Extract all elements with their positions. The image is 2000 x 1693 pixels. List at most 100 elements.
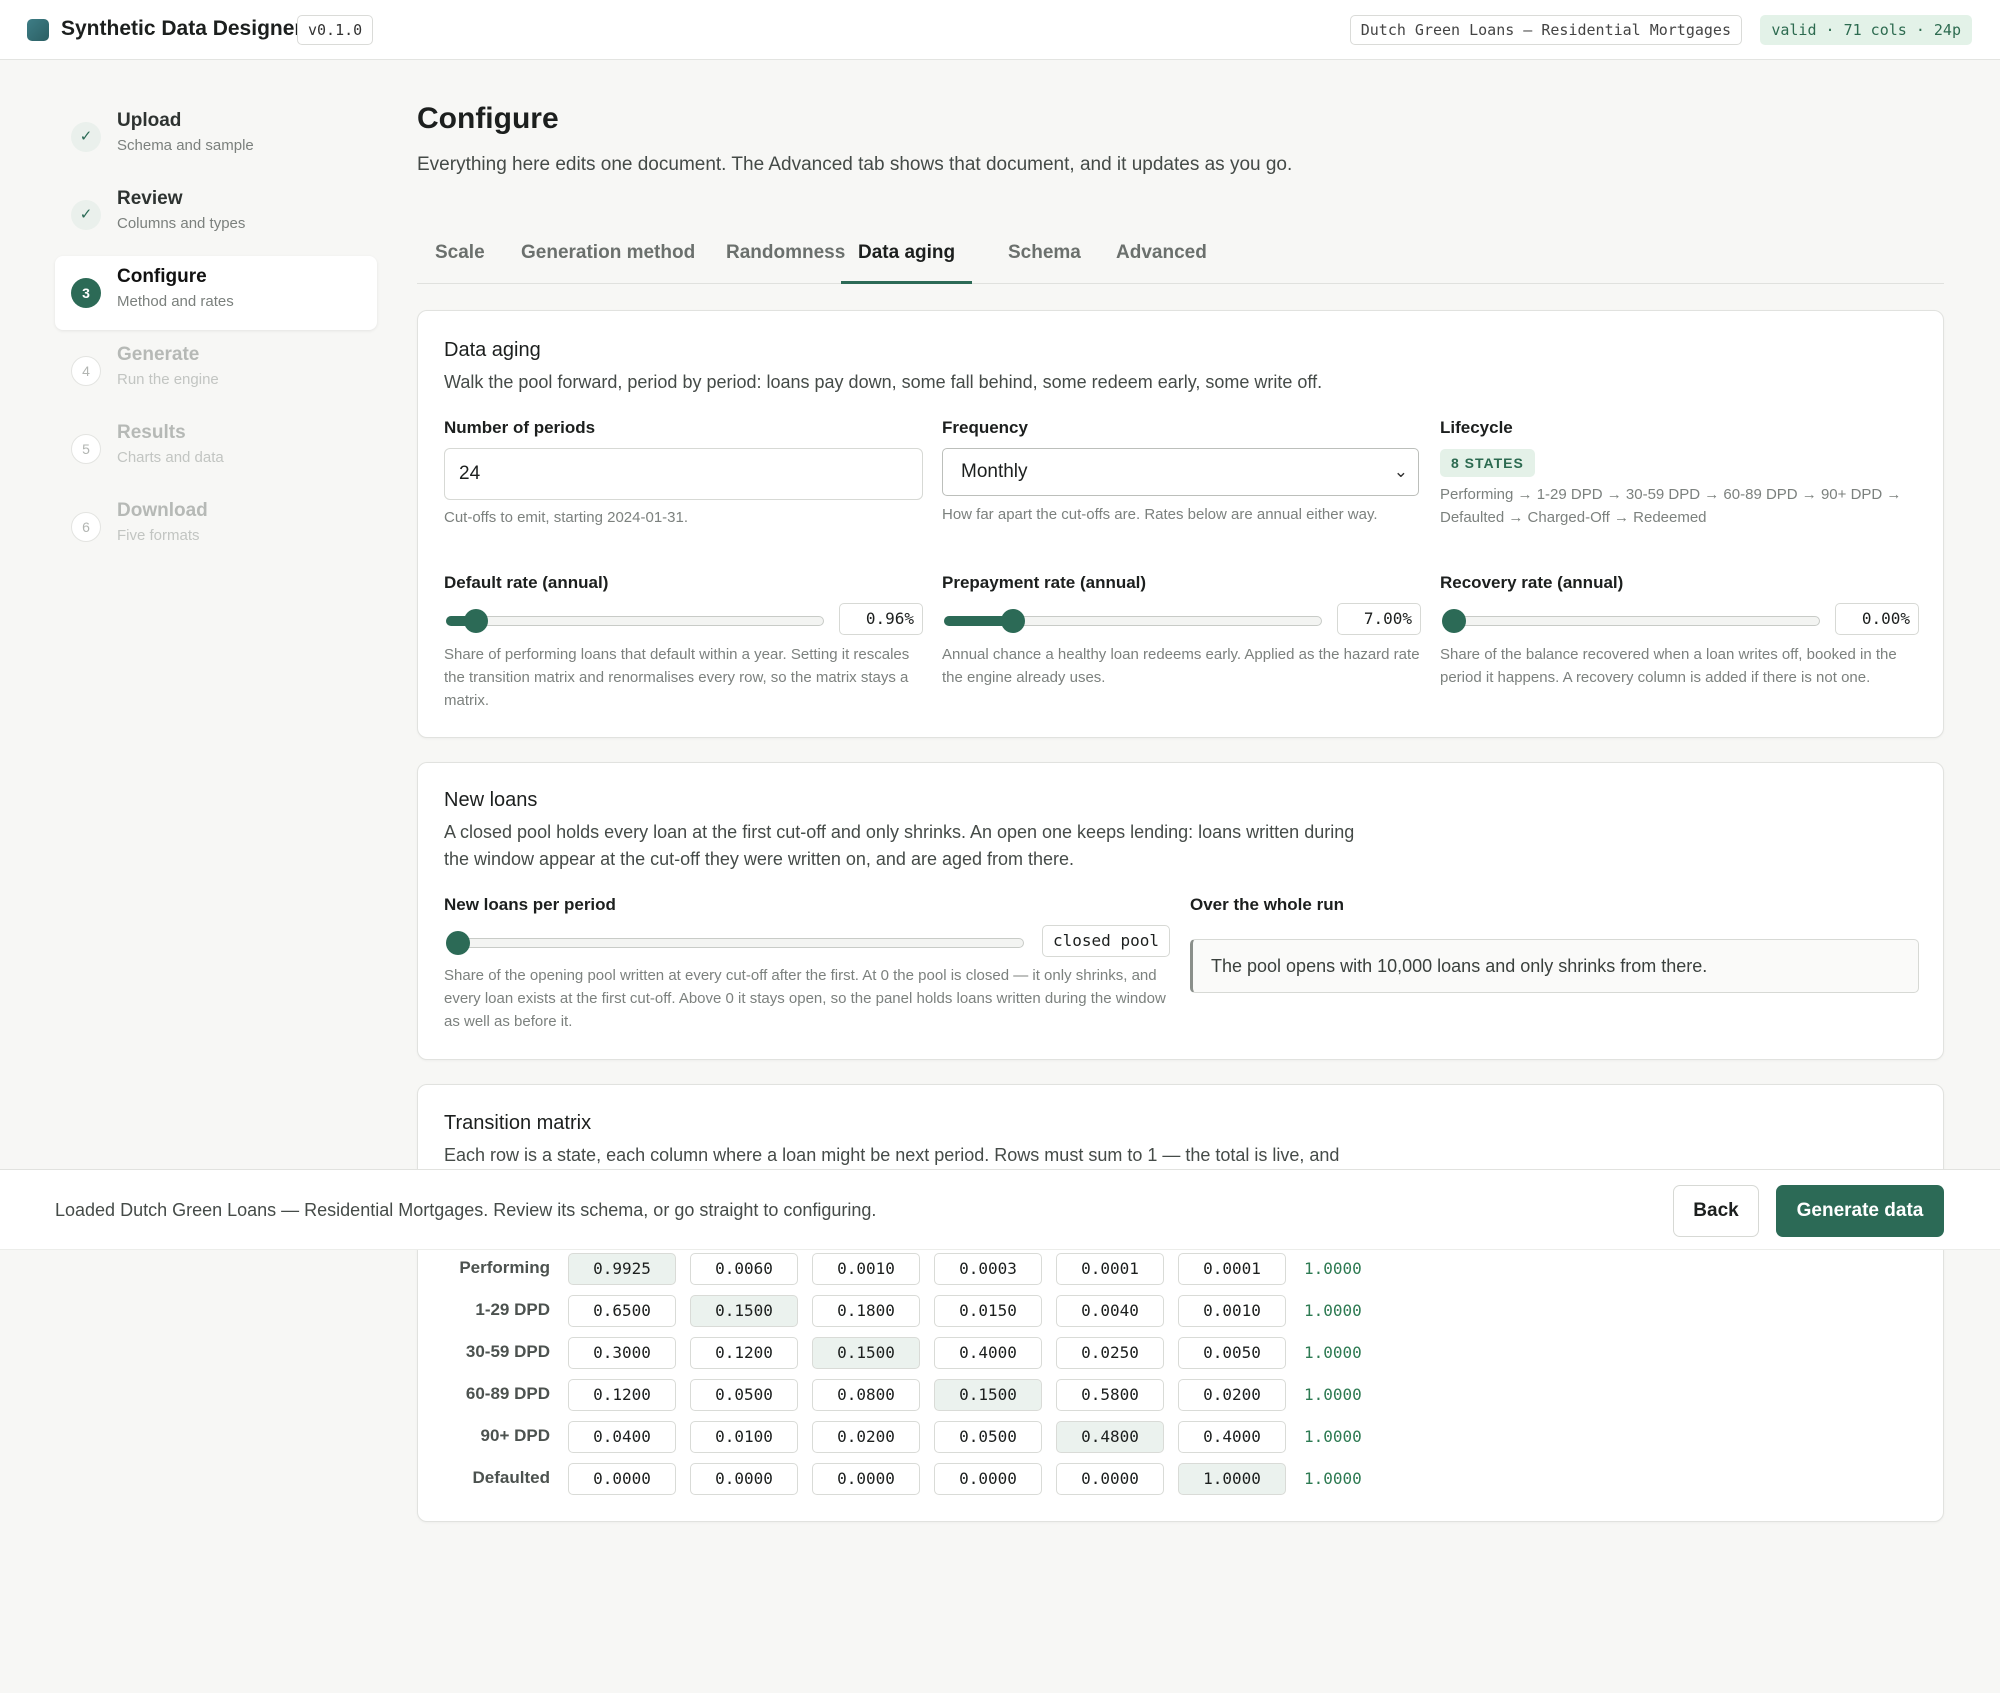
matrix-cell-input[interactable]: 0.0500 [690, 1379, 798, 1411]
matrix-cell-input[interactable]: 0.0500 [934, 1421, 1042, 1453]
prepayment-rate-label: Prepayment rate (annual) [942, 573, 1147, 592]
matrix-cell-input[interactable]: 0.6500 [568, 1295, 676, 1327]
prepayment-rate-value[interactable]: 7.00% [1337, 603, 1421, 635]
periods-input[interactable]: 24 [444, 448, 923, 500]
matrix-cell-input[interactable]: 0.0060 [690, 1253, 798, 1285]
matrix-cell-input[interactable]: 0.0000 [934, 1463, 1042, 1495]
slider-thumb[interactable] [1442, 609, 1466, 633]
matrix-cell-input[interactable]: 0.0200 [1178, 1379, 1286, 1411]
matrix-cell-input[interactable]: 0.4000 [934, 1337, 1042, 1369]
matrix-cell-input[interactable]: 0.0000 [812, 1463, 920, 1495]
matrix-cell-input[interactable]: 0.1800 [812, 1295, 920, 1327]
matrix-row-sum: 1.0000 [1304, 1427, 1362, 1446]
new-loans-per-period-value[interactable]: closed pool [1042, 925, 1170, 957]
page-title: Configure [417, 102, 559, 135]
matrix-cell-input[interactable]: 0.0200 [812, 1421, 920, 1453]
matrix-cell-input[interactable]: 0.0010 [1178, 1295, 1286, 1327]
matrix-cell-input[interactable]: 1.0000 [1178, 1463, 1286, 1495]
recovery-rate-label: Recovery rate (annual) [1440, 573, 1624, 592]
matrix-cell-input[interactable]: 0.0150 [934, 1295, 1042, 1327]
periods-label: Number of periods [444, 418, 596, 437]
matrix-cell-input[interactable]: 0.0000 [568, 1463, 676, 1495]
version-badge: v0.1.0 [297, 15, 374, 45]
step-configure[interactable]: 3 Configure Method and rates [55, 256, 377, 330]
matrix-row-label: 1-29 DPD [475, 1300, 550, 1319]
matrix-cell-input[interactable]: 0.0050 [1178, 1337, 1286, 1369]
card-description: A closed pool holds every loan at the fi… [444, 822, 1355, 869]
matrix-cell-input[interactable]: 0.0001 [1056, 1253, 1164, 1285]
matrix-cell-input[interactable]: 0.3000 [568, 1337, 676, 1369]
matrix-row-sum: 1.0000 [1304, 1259, 1362, 1278]
matrix-cell-input[interactable]: 0.1500 [812, 1337, 920, 1369]
new-loans-per-period-slider[interactable] [446, 930, 1024, 955]
step-number: 5 [71, 434, 101, 464]
prepayment-rate-slider[interactable] [944, 608, 1322, 633]
generate-data-button[interactable]: Generate data [1776, 1185, 1944, 1237]
default-rate-slider[interactable] [446, 608, 824, 633]
matrix-cell-input[interactable]: 0.4800 [1056, 1421, 1164, 1453]
matrix-cell-input[interactable]: 0.0003 [934, 1253, 1042, 1285]
matrix-cell-input[interactable]: 0.0010 [812, 1253, 920, 1285]
step-title: Results [117, 422, 186, 443]
matrix-cell-input[interactable]: 0.0000 [690, 1463, 798, 1495]
whole-run-summary: The pool opens with 10,000 loans and onl… [1190, 939, 1919, 993]
matrix-cell-input[interactable]: 0.1200 [690, 1337, 798, 1369]
matrix-cell-input[interactable]: 0.0040 [1056, 1295, 1164, 1327]
validation-status-badge: valid · 71 cols · 24p [1760, 15, 1972, 45]
tab-advanced[interactable]: Advanced [1116, 242, 1207, 284]
step-review[interactable]: ✓ Review Columns and types [55, 178, 377, 252]
tab-data-aging[interactable]: Data aging [841, 242, 973, 284]
default-rate-label: Default rate (annual) [444, 573, 609, 592]
app-logo-icon [27, 19, 49, 41]
frequency-select[interactable]: Monthly ⌄ [942, 448, 1419, 496]
matrix-row-sum: 1.0000 [1304, 1469, 1362, 1488]
new-loans-per-period-label: New loans per period [444, 895, 616, 914]
step-upload[interactable]: ✓ Upload Schema and sample [55, 100, 377, 174]
matrix-cell-input[interactable]: 0.5800 [1056, 1379, 1164, 1411]
matrix-cell-input[interactable]: 0.1500 [934, 1379, 1042, 1411]
matrix-row-sum: 1.0000 [1304, 1385, 1362, 1404]
matrix-cell-input[interactable]: 0.4000 [1178, 1421, 1286, 1453]
matrix-cell-input[interactable]: 0.0100 [690, 1421, 798, 1453]
matrix-cell-input[interactable]: 0.0800 [812, 1379, 920, 1411]
card-title: Data aging [444, 339, 541, 361]
chevron-down-icon: ⌄ [1393, 462, 1408, 481]
matrix-cell-input[interactable]: 0.9925 [568, 1253, 676, 1285]
tab-scale[interactable]: Scale [435, 242, 485, 284]
lifecycle-states-badge: 8 STATES [1440, 449, 1535, 477]
slider-thumb[interactable] [1000, 609, 1025, 633]
recovery-rate-slider[interactable] [1442, 608, 1820, 633]
matrix-cell-input[interactable]: 0.0250 [1056, 1337, 1164, 1369]
step-subtitle: Schema and sample [117, 137, 254, 154]
periods-help: Cut-offs to emit, starting 2024-01-31. [444, 509, 689, 526]
step-subtitle: Method and rates [117, 293, 234, 310]
footer-status-message: Loaded Dutch Green Loans — Residential M… [55, 1200, 877, 1220]
prepayment-rate-help: Annual chance a healthy loan redeems ear… [942, 646, 1420, 686]
tab-randomness[interactable]: Randomness [726, 242, 845, 284]
card-title: Transition matrix [444, 1112, 592, 1134]
frequency-help: How far apart the cut-offs are. Rates be… [942, 506, 1378, 523]
recovery-rate-value[interactable]: 0.00% [1835, 603, 1919, 635]
matrix-cell-input[interactable]: 0.1200 [568, 1379, 676, 1411]
step-subtitle: Charts and data [117, 449, 224, 466]
card-title: New loans [444, 789, 538, 811]
lifecycle-label: Lifecycle [1440, 418, 1513, 437]
step-number: 3 [71, 278, 101, 308]
whole-run-label: Over the whole run [1190, 895, 1344, 914]
matrix-row-sum: 1.0000 [1304, 1343, 1362, 1362]
lifecycle-text: Performing → 1-29 DPD → 30-59 DPD → 60-8… [1440, 486, 1902, 526]
slider-thumb[interactable] [463, 609, 488, 633]
matrix-cell-input[interactable]: 0.0400 [568, 1421, 676, 1453]
tab-schema[interactable]: Schema [1008, 242, 1081, 284]
matrix-cell-input[interactable]: 0.1500 [690, 1295, 798, 1327]
slider-thumb[interactable] [446, 931, 470, 955]
step-download: 6 Download Five formats [55, 490, 377, 564]
matrix-row-label: 90+ DPD [480, 1426, 550, 1445]
tab-generation-method[interactable]: Generation method [521, 242, 695, 284]
default-rate-value[interactable]: 0.96% [839, 603, 923, 635]
back-button[interactable]: Back [1673, 1185, 1759, 1237]
matrix-cell-input[interactable]: 0.0001 [1178, 1253, 1286, 1285]
transition-matrix-card: Transition matrix Each row is a state, e… [417, 1084, 1944, 1522]
step-title: Download [117, 500, 208, 521]
matrix-cell-input[interactable]: 0.0000 [1056, 1463, 1164, 1495]
